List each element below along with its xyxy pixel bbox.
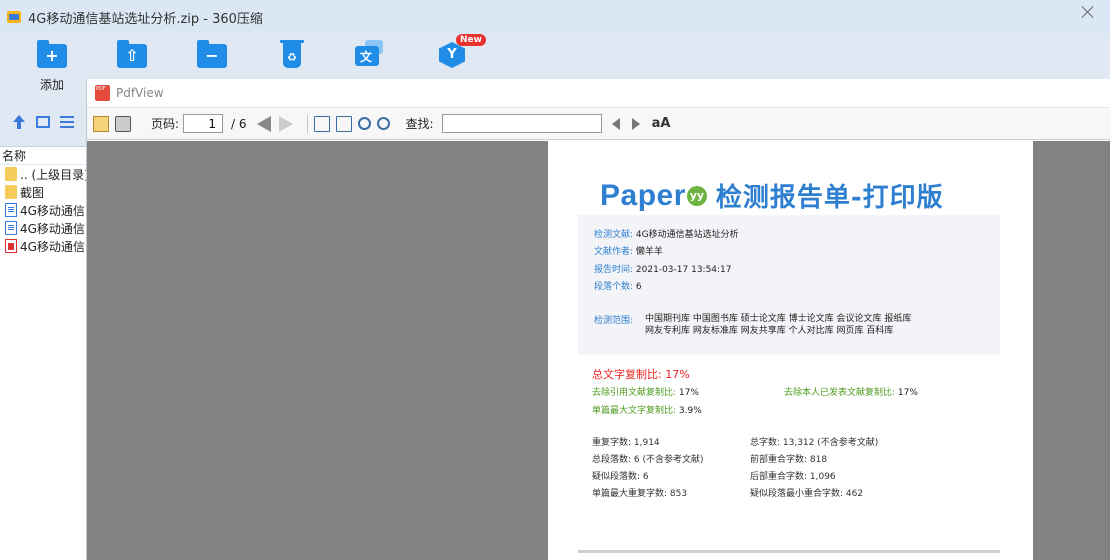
stat-front-overlap: 前部重合字数: 818 (750, 455, 828, 465)
report-info-box: 检测文献: 4G移动通信基站选址分析 文献作者: 懒羊羊 报告时间: 2021-… (578, 215, 1000, 355)
excl-self-similarity: 去除本人已发表文献复制比: 17% (784, 388, 918, 398)
add-folder-icon: + (37, 40, 67, 68)
info-author: 文献作者: 懒羊羊 (594, 247, 663, 257)
page-label: 页码: (151, 117, 180, 131)
info-paragraphs: 段落个数: 6 (594, 282, 642, 292)
left-nav (0, 108, 86, 136)
find-prev-icon[interactable] (611, 117, 620, 130)
pdfview-titlebar: PdfView (87, 79, 1110, 108)
stat-total-chars: 总字数: 13,312 (不含参考文献) (750, 438, 879, 448)
folder-icon (5, 167, 17, 181)
list-item-label: 截图 (20, 185, 45, 200)
close-icon[interactable] (1080, 4, 1096, 20)
font-size-icon[interactable]: aA (652, 116, 671, 131)
list-item[interactable]: 4G移动通信 (0, 201, 86, 219)
list-item[interactable]: 截图 (0, 183, 86, 201)
info-time: 报告时间: 2021-03-17 13:54:17 (594, 265, 732, 275)
list-item-label: 4G移动通信 (20, 221, 85, 236)
report-header: Paper yy 检测报告单-打印版 (600, 177, 944, 214)
zoom-out-icon[interactable] (357, 117, 371, 130)
list-item[interactable]: .. (上级目录) (0, 165, 86, 183)
pdf-file-icon (5, 239, 17, 253)
stat-max-dup-single: 单篇最大重复字数: 853 (592, 489, 688, 499)
fit-page-icon[interactable] (335, 115, 352, 132)
find-label: 查找: (405, 117, 434, 131)
delete-button[interactable]: ♻ (268, 40, 316, 68)
list-view-icon[interactable] (60, 116, 74, 128)
text-recognize-button[interactable]: 文 (344, 40, 392, 68)
add-button-label: 添加 (39, 78, 64, 92)
info-document: 检测文献: 4G移动通信基站选址分析 (594, 230, 739, 240)
find-input[interactable] (441, 114, 602, 133)
list-item-label: 4G移动通信 (20, 239, 85, 254)
list-item-label: .. (上级目录) (20, 167, 86, 182)
paper-brand-logo: Paper (600, 178, 686, 212)
archive-app-icon (6, 9, 22, 25)
stat-total-paras: 总段落数: 6 (不含参考文献) (592, 455, 704, 465)
zoom-in-icon[interactable] (376, 117, 390, 130)
pdf-logo-icon (95, 85, 110, 101)
pdfview-toolbar: 页码: / 6 查找: aA (87, 108, 1110, 140)
stat-min-susp-overlap: 疑似段落最小重合字数: 462 (750, 489, 864, 499)
paper-badge-icon: yy (686, 185, 707, 206)
prev-page-arrow-icon[interactable] (256, 115, 271, 132)
document-icon (5, 203, 17, 217)
find-next-icon[interactable] (631, 117, 640, 130)
file-list: 名称 .. (上级目录) 截图 4G移动通信 4G移动通信 4G移动通信 (0, 146, 86, 560)
text-chat-icon: 文 (353, 40, 383, 68)
max-single-similarity: 单篇最大文字复制比: 3.9% (592, 406, 702, 416)
trash-icon: ♻ (277, 40, 307, 68)
stat-susp-paras: 疑似段落数: 6 (592, 472, 649, 482)
page-number-input[interactable] (183, 114, 224, 133)
fit-width-icon[interactable] (313, 115, 330, 132)
page-divider (578, 550, 1000, 553)
folder-minus-icon: − (197, 40, 227, 68)
window-title: 4G移动通信基站选址分析.zip - 360压缩 (28, 11, 263, 27)
pdfview-title: PdfView (116, 86, 164, 100)
page-total: / 6 (231, 116, 247, 131)
toolbar-divider (306, 114, 308, 133)
extract-folder-icon: ⇧ (117, 40, 147, 68)
next-page-arrow-icon[interactable] (278, 115, 293, 132)
folder-icon (5, 185, 17, 199)
column-header-name[interactable]: 名称 (0, 147, 86, 165)
up-arrow-icon[interactable] (12, 115, 26, 129)
pdf-page: Paper yy 检测报告单-打印版 检测文献: 4G移动通信基站选址分析 文献… (548, 141, 1033, 560)
stat-dup-chars: 重复字数: 1,914 (592, 438, 660, 448)
total-similarity: 总文字复制比: 17% (592, 368, 690, 381)
document-icon (5, 221, 17, 235)
open-file-icon[interactable] (93, 115, 109, 132)
pdfview-window: PdfView 页码: / 6 查找: aA Paper yy 检测报告单-打印… (86, 79, 1110, 560)
info-scope: 检测范围: 中国期刊库 中国图书库 硕士论文库 博士论文库 会议论文库 报纸库 … (594, 314, 912, 336)
pdf-canvas[interactable]: Paper yy 检测报告单-打印版 检测文献: 4G移动通信基站选址分析 文献… (87, 141, 1110, 560)
list-item-label: 4G移动通信 (20, 203, 85, 218)
add-button[interactable]: + 添加 (28, 40, 76, 93)
report-title: 检测报告单-打印版 (715, 183, 944, 213)
new-badge: New (456, 34, 486, 46)
unzip-button[interactable]: − (188, 40, 236, 68)
view-icon[interactable] (36, 116, 50, 128)
window-titlebar: 4G移动通信基站选址分析.zip - 360压缩 (0, 0, 1110, 34)
list-item[interactable]: 4G移动通信 (0, 219, 86, 237)
extract-button[interactable]: ⇧ (108, 40, 156, 68)
list-item[interactable]: 4G移动通信 (0, 237, 86, 255)
stat-back-overlap: 后部重合字数: 1,096 (750, 472, 836, 482)
print-icon[interactable] (115, 115, 131, 132)
excl-ref-similarity: 去除引用文献复制比: 17% (592, 388, 699, 398)
